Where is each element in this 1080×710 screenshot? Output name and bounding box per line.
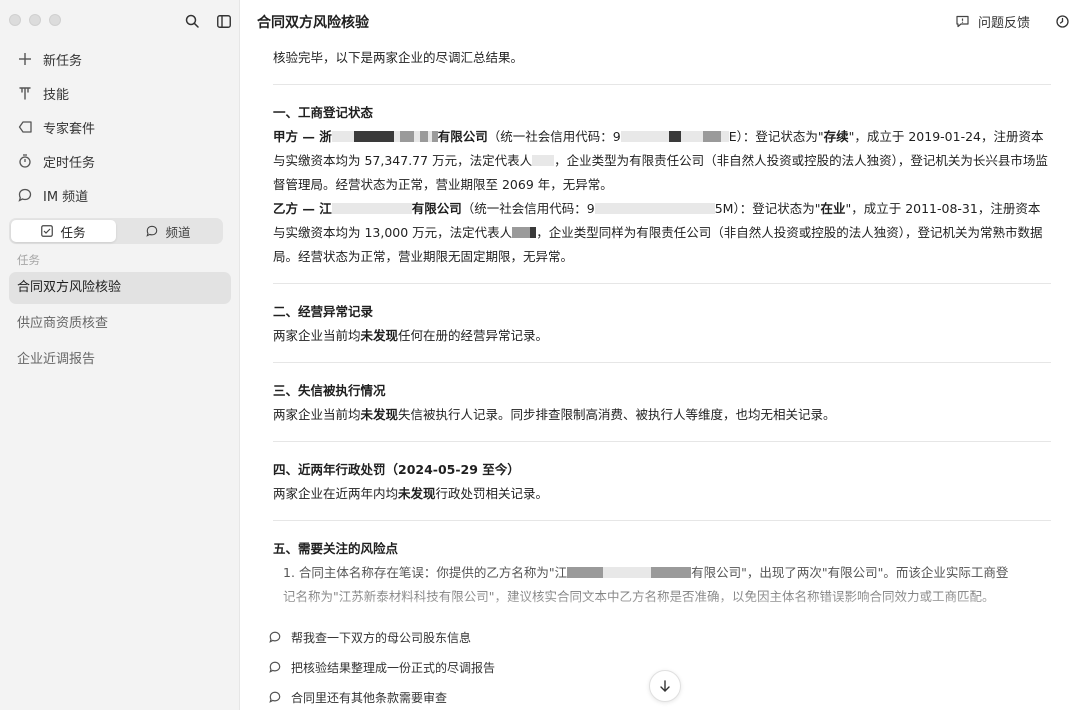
section-title: 五、需要关注的风险点 (273, 541, 399, 556)
arrow-down-icon (660, 680, 670, 692)
suggestion-item[interactable]: 把核验结果整理成一份正式的尽调报告 (269, 652, 495, 682)
party-a-paragraph: 甲方 — 浙有限公司（统一社会信用代码：9 E）：登记状态为"存续"，成立于 20… (273, 125, 1051, 197)
bold-text: 未发现 (360, 328, 399, 343)
section-registration: 一、工商登记状态 甲方 — 浙有限公司（统一社会信用代码：9 E）：登记状态为"存… (273, 101, 1051, 269)
sidebar: 新任务 技能 专家套件 定时任务 IM 频道 任务 频道 任务 合同双方风险核验… (0, 0, 240, 710)
section-abnormal: 二、经营异常记录 两家企业当前均未发现任何在册的经营异常记录。 (273, 300, 1051, 348)
risk-item: 1. 合同主体名称存在笔误：你提供的乙方名称为"江 有限公司"，出现了两次"有限公… (273, 561, 1051, 585)
divider (273, 362, 1051, 363)
close-window-button[interactable] (9, 14, 21, 26)
window-controls (9, 14, 61, 26)
party-a-code-prefix: （统一社会信用代码：9 (487, 129, 621, 144)
nav-label: 专家套件 (43, 121, 96, 137)
section-title: 一、工商登记状态 (273, 105, 374, 120)
sidebar-toggle-icon[interactable] (215, 12, 233, 30)
section-label: 任务 (17, 253, 40, 267)
party-b-paragraph: 乙方 — 江有限公司（统一社会信用代码：9 5M）：登记状态为"在业"，成立于 2… (273, 197, 1051, 269)
suggestion-item[interactable]: 合同里还有其他条款需要审查 (269, 682, 495, 710)
section-body: 两家企业在近两年内均未发现行政处罚相关记录。 (273, 482, 1051, 506)
section-body: 两家企业当前均未发现失信被执行人记录。同步排查限制高消费、被执行人等维度，也均无… (273, 403, 1051, 427)
section-title: 三、失信被执行情况 (273, 383, 386, 398)
text: 1. 合同主体名称存在笔误：你提供的乙方名称为"江 (283, 565, 568, 580)
task-item[interactable]: 企业近调报告 (9, 344, 231, 376)
segment-channels-label: 频道 (165, 224, 191, 240)
task-list: 合同双方风险核验 供应商资质核查 企业近调报告 (9, 272, 231, 380)
divider (273, 84, 1051, 85)
suggestion-label: 合同里还有其他条款需要审查 (291, 690, 448, 705)
suggestion-item[interactable]: 帮我查一下双方的母公司股东信息 (269, 622, 495, 652)
segment-tasks[interactable]: 任务 (11, 220, 116, 242)
party-b-code-prefix: （统一社会信用代码：9 (461, 201, 595, 216)
divider (273, 441, 1051, 442)
page-title: 合同双方风险核验 (257, 15, 369, 31)
feedback-label: 问题反馈 (977, 16, 1030, 31)
section-dishonest: 三、失信被执行情况 两家企业当前均未发现失信被执行人记录。同步排查限制高消费、被… (273, 379, 1051, 427)
nav-scheduled-tasks[interactable]: 定时任务 (10, 144, 232, 178)
text: 任何在册的经营异常记录。 (398, 328, 549, 343)
section-body: 两家企业当前均未发现任何在册的经营异常记录。 (273, 324, 1051, 348)
report-content: 核验完毕，以下是两家企业的尽调汇总结果。 一、工商登记状态 甲方 — 浙有限公司… (273, 46, 1051, 609)
chat-icon (269, 660, 283, 674)
bold-text: 未发现 (360, 407, 399, 422)
feedback-button[interactable]: 问题反馈 (956, 12, 1030, 31)
text: 两家企业当前均 (273, 407, 361, 422)
bold-text: 未发现 (398, 486, 436, 501)
skill-icon (16, 84, 34, 102)
header: 合同双方风险核验 问题反馈 (241, 0, 1080, 42)
scroll-to-bottom-button[interactable] (649, 670, 681, 702)
maximize-window-button[interactable] (49, 14, 61, 26)
main-panel: 合同双方风险核验 问题反馈 核验完毕，以下是两家企业的尽调汇总结果。 一、工商登… (241, 0, 1080, 710)
text: 两家企业在近两年内均 (273, 486, 399, 501)
chat-icon (269, 690, 283, 704)
minimize-window-button[interactable] (29, 14, 41, 26)
text: 有限公司"，出现了两次"有限公司"。而该企业实际工商登 (691, 565, 1009, 580)
nav-label: 定时任务 (43, 155, 96, 171)
section-penalty: 四、近两年行政处罚（2024-05-29 至今） 两家企业在近两年内均未发现行政… (273, 458, 1051, 506)
suggestion-label: 把核验结果整理成一份正式的尽调报告 (291, 660, 496, 675)
nav-im-channel[interactable]: IM 频道 (10, 178, 232, 212)
party-a-label: 甲方 — 浙 (273, 129, 332, 144)
nav-expert-suite[interactable]: 专家套件 (10, 110, 232, 144)
chat-icon (269, 630, 283, 644)
tag-icon (16, 118, 34, 136)
party-b-code-suffix: 5M）：登记状态为" (714, 201, 821, 216)
text: 两家企业当前均 (273, 328, 361, 343)
party-b-status: 在业 (820, 201, 846, 216)
suggestion-list: 帮我查一下双方的母公司股东信息 把核验结果整理成一份正式的尽调报告 合同里还有其… (269, 622, 495, 710)
chat-icon (146, 224, 160, 238)
section-title: 二、经营异常记录 (273, 304, 374, 319)
timer-icon (16, 152, 34, 170)
party-b-label: 乙方 — 江 (273, 201, 332, 216)
nav-skills[interactable]: 技能 (10, 76, 232, 110)
checkbox-icon (41, 224, 55, 238)
nav-label: 技能 (43, 87, 70, 103)
segment-tasks-label: 任务 (60, 224, 86, 240)
history-icon[interactable] (1056, 13, 1072, 29)
search-icon[interactable] (183, 12, 201, 30)
party-a-status: 存续 (823, 129, 849, 144)
divider (273, 520, 1051, 521)
section-title: 四、近两年行政处罚（2024-05-29 至今） (273, 462, 520, 477)
divider (273, 283, 1051, 284)
sidebar-nav: 新任务 技能 专家套件 定时任务 IM 频道 (10, 42, 232, 212)
suggestion-label: 帮我查一下双方的母公司股东信息 (291, 630, 472, 645)
segment-channels[interactable]: 频道 (116, 220, 221, 242)
party-b-name-tail: 有限公司 (411, 201, 462, 216)
party-a-name-tail: 有限公司 (437, 129, 488, 144)
nav-label: 新任务 (43, 53, 83, 69)
intro-text: 核验完毕，以下是两家企业的尽调汇总结果。 (273, 50, 524, 65)
nav-label: IM 频道 (43, 189, 89, 205)
feedback-icon (956, 14, 972, 30)
chat-icon (16, 186, 34, 204)
task-item[interactable]: 合同双方风险核验 (9, 272, 231, 304)
task-item[interactable]: 供应商资质核查 (9, 308, 231, 340)
text: 行政处罚相关记录。 (435, 486, 549, 501)
party-a-code-suffix: E）：登记状态为" (728, 129, 824, 144)
task-channel-switch: 任务 频道 (9, 218, 223, 244)
text: 失信被执行人记录。同步排查限制高消费、被执行人等维度，也均无相关记录。 (398, 407, 836, 422)
plus-icon (16, 50, 34, 68)
nav-new-task[interactable]: 新任务 (10, 42, 232, 76)
